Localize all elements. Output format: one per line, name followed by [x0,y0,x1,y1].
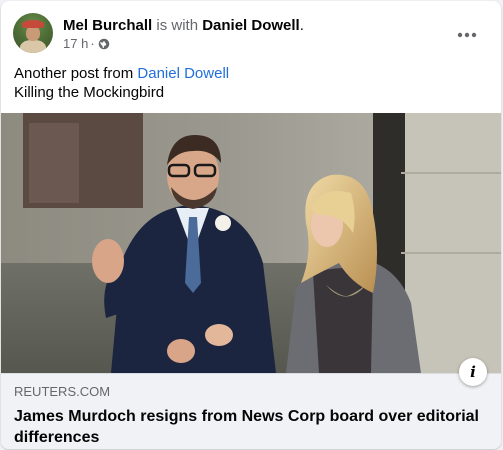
with-text: is with [152,17,203,34]
more-horizontal-icon [457,32,477,38]
info-button[interactable]: i [459,358,487,386]
post-text-prefix: Another post from [14,65,138,82]
article-photo-illustration [1,113,501,373]
post-text-line-2: Killing the Mockingbird [14,84,165,101]
post-time[interactable]: 17 h [63,36,88,52]
author-name[interactable]: Mel Burchall [63,17,152,34]
link-domain: REUTERS.COM [14,384,111,399]
link-headline[interactable]: James Murdoch resigns from News Corp boa… [14,406,488,448]
avatar[interactable] [13,13,53,53]
post-text-line-1: Another post from Daniel Dowell [14,64,488,83]
mention-link[interactable]: Daniel Dowell [137,65,229,82]
more-options-button[interactable] [449,17,485,53]
meta-separator: · [90,36,95,51]
info-icon: i [470,363,476,381]
post-meta: 17 h · [63,36,110,52]
tagged-name[interactable]: Daniel Dowell [202,17,300,34]
author-line: Mel Burchall is with Daniel Dowell. [63,16,304,35]
link-preview[interactable]: REUTERS.COM James Murdoch resigns from N… [1,373,501,449]
globe-icon [98,38,109,50]
post-text: Another post from Daniel Dowell Killing … [14,64,488,102]
post-header: Mel Burchall is with Daniel Dowell. 17 h… [13,13,489,55]
tagged-suffix: . [299,17,304,34]
article-image[interactable] [1,113,501,373]
post-card: Mel Burchall is with Daniel Dowell. 17 h… [1,1,501,449]
